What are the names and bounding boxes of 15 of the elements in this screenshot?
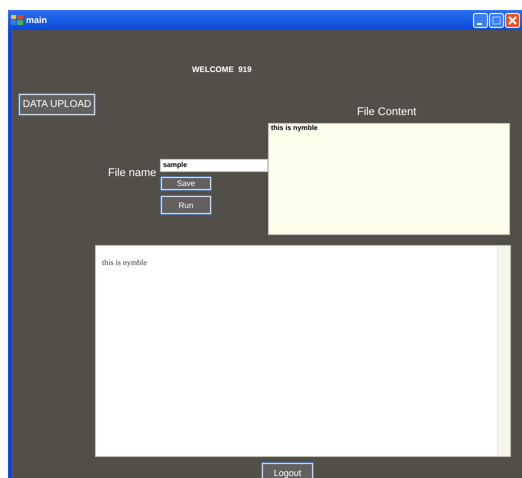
welcome-text: WELCOME 919: [192, 65, 252, 74]
window-title: main: [26, 15, 48, 25]
file-name-label: File name: [108, 167, 156, 179]
close-icon[interactable]: [505, 12, 520, 28]
logout-button[interactable]: Logout: [262, 463, 313, 478]
save-button[interactable]: Save: [161, 177, 211, 190]
data-upload-button[interactable]: DATA UPLOAD: [19, 94, 95, 115]
output-text: this is nymble: [102, 258, 147, 267]
file-content-label: File Content: [357, 106, 416, 118]
window-icon: [11, 15, 23, 25]
run-button[interactable]: Run: [161, 196, 211, 214]
output-box[interactable]: this is nymble: [95, 245, 511, 457]
scroll-bar[interactable]: [497, 246, 510, 456]
maximize-icon[interactable]: [489, 12, 504, 28]
minimize-icon[interactable]: [473, 12, 488, 28]
